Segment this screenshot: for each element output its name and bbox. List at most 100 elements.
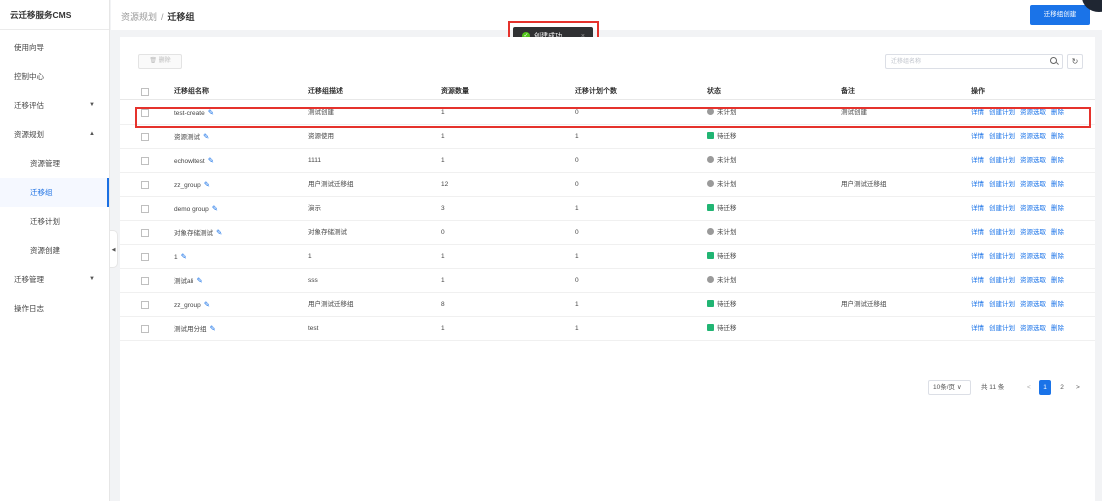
delete-link[interactable]: 删除 (1051, 277, 1064, 284)
create-plan-link[interactable]: 创建计划 (989, 229, 1015, 236)
edit-icon[interactable]: ✎ (208, 149, 214, 173)
nav-resource-management[interactable]: 资源管理 (0, 149, 109, 178)
row-actions: 详情 创建计划 资源选取 删除 (971, 149, 1069, 173)
detail-link[interactable]: 详情 (971, 253, 984, 260)
collect-resources-link[interactable]: 资源选取 (1020, 205, 1046, 212)
nav-migration-management[interactable]: 迁移管理 ▼ (0, 265, 109, 294)
edit-icon[interactable]: ✎ (204, 293, 210, 317)
delete-link[interactable]: 删除 (1051, 253, 1064, 260)
edit-icon[interactable]: ✎ (197, 269, 203, 293)
nav-resource-planning[interactable]: 资源规划 ▲ (0, 120, 109, 149)
group-desc: 用户测试迁移组 (308, 181, 354, 188)
nav-label: 迁移组 (30, 188, 53, 197)
status-icon (707, 204, 714, 212)
app-title: 云迁移服务CMS (0, 0, 109, 30)
detail-link[interactable]: 详情 (971, 157, 984, 164)
create-plan-link[interactable]: 创建计划 (989, 157, 1015, 164)
search-icon[interactable] (1050, 57, 1057, 64)
detail-link[interactable]: 详情 (971, 277, 984, 284)
breadcrumb-parent[interactable]: 资源规划 (121, 12, 157, 22)
detail-link[interactable]: 详情 (971, 301, 984, 308)
delete-link[interactable]: 删除 (1051, 181, 1064, 188)
nav-label: 资源创建 (30, 246, 60, 255)
status-text: 未计划 (717, 181, 737, 188)
edit-icon[interactable]: ✎ (212, 197, 218, 221)
sidebar-collapse-handle[interactable]: ◀ (110, 230, 118, 268)
create-plan-link[interactable]: 创建计划 (989, 181, 1015, 188)
status-cell: 待迁移 (707, 317, 737, 341)
row-checkbox[interactable] (141, 277, 149, 285)
breadcrumb: 资源规划 / 迁移组 (121, 0, 195, 34)
detail-link[interactable]: 详情 (971, 229, 984, 236)
group-remark: 用户测试迁移组 (841, 181, 887, 188)
delete-link[interactable]: 删除 (1051, 205, 1064, 212)
edit-icon[interactable]: ✎ (181, 245, 187, 269)
collect-resources-link[interactable]: 资源选取 (1020, 325, 1046, 332)
group-name-cell: zz_group ✎ (174, 293, 210, 318)
create-plan-link[interactable]: 创建计划 (989, 277, 1015, 284)
nav-migration-assessment[interactable]: 迁移评估 ▼ (0, 91, 109, 120)
row-checkbox[interactable] (141, 229, 149, 237)
group-remark: 用户测试迁移组 (841, 301, 887, 308)
group-desc: 用户测试迁移组 (308, 301, 354, 308)
edit-icon[interactable]: ✎ (216, 221, 222, 245)
delete-link[interactable]: 删除 (1051, 325, 1064, 332)
page-size-select[interactable]: 10条/页 ∨ (928, 380, 971, 395)
collect-resources-link[interactable]: 资源选取 (1020, 157, 1046, 164)
create-plan-link[interactable]: 创建计划 (989, 205, 1015, 212)
create-plan-link[interactable]: 创建计划 (989, 301, 1015, 308)
group-name: zz_group (174, 182, 201, 189)
nav-operation-log[interactable]: 操作日志 (0, 294, 109, 323)
create-plan-link[interactable]: 创建计划 (989, 253, 1015, 260)
detail-link[interactable]: 详情 (971, 181, 984, 188)
create-plan-link[interactable]: 创建计划 (989, 325, 1015, 332)
detail-link[interactable]: 详情 (971, 205, 984, 212)
group-desc: sss (308, 277, 318, 284)
delete-link[interactable]: 删除 (1051, 301, 1064, 308)
row-checkbox[interactable] (141, 181, 149, 189)
edit-icon[interactable]: ✎ (203, 125, 209, 149)
row-checkbox[interactable] (141, 205, 149, 213)
row-checkbox[interactable] (141, 253, 149, 261)
delete-link[interactable]: 删除 (1051, 229, 1064, 236)
page-button[interactable]: 1 (1039, 380, 1051, 395)
collect-resources-link[interactable]: 资源选取 (1020, 133, 1046, 140)
collect-resources-link[interactable]: 资源选取 (1020, 253, 1046, 260)
create-plan-link[interactable]: 创建计划 (989, 133, 1015, 140)
nav-migration-group[interactable]: 迁移组 (0, 178, 109, 207)
nav-control-center[interactable]: 控制中心 (0, 62, 109, 91)
detail-link[interactable]: 详情 (971, 325, 984, 332)
status-text: 未计划 (717, 157, 737, 164)
page-button[interactable]: 2 (1056, 380, 1068, 395)
search-input[interactable] (886, 55, 1046, 68)
nav-resource-creation[interactable]: 资源创建 (0, 236, 109, 265)
group-desc: 1111 (308, 157, 322, 164)
delete-link[interactable]: 删除 (1051, 157, 1064, 164)
group-name: 测试用分组 (174, 326, 207, 333)
collect-resources-link[interactable]: 资源选取 (1020, 277, 1046, 284)
refresh-button[interactable]: ↻ (1067, 54, 1083, 69)
edit-icon[interactable]: ✎ (210, 317, 216, 341)
nav-migration-plan[interactable]: 迁移计划 (0, 207, 109, 236)
prev-page-button[interactable]: < (1027, 380, 1031, 395)
edit-icon[interactable]: ✎ (204, 173, 210, 197)
nav-usage-guide[interactable]: 使用向导 (0, 33, 109, 62)
select-all-checkbox[interactable] (141, 88, 149, 96)
next-page-button[interactable]: > (1076, 380, 1080, 395)
resource-count: 12 (441, 181, 449, 188)
collect-resources-link[interactable]: 资源选取 (1020, 229, 1046, 236)
row-checkbox[interactable] (141, 301, 149, 309)
delete-link[interactable]: 删除 (1051, 133, 1064, 140)
row-checkbox[interactable] (141, 133, 149, 141)
detail-link[interactable]: 详情 (971, 133, 984, 140)
collect-resources-link[interactable]: 资源选取 (1020, 301, 1046, 308)
create-migration-group-button[interactable]: 迁移组创建 (1030, 5, 1090, 25)
row-checkbox[interactable] (141, 325, 149, 333)
status-text: 待迁移 (717, 253, 737, 260)
group-desc: 资源使用 (308, 133, 334, 140)
table-row: 测试ali ✎ sss 1 0 未计划 详情 创建计划 资源选取 删除 (120, 269, 1095, 293)
collect-resources-link[interactable]: 资源选取 (1020, 181, 1046, 188)
group-name-cell: 1 ✎ (174, 245, 187, 270)
row-checkbox[interactable] (141, 157, 149, 165)
delete-button[interactable]: 🗑 删除 (138, 54, 182, 69)
